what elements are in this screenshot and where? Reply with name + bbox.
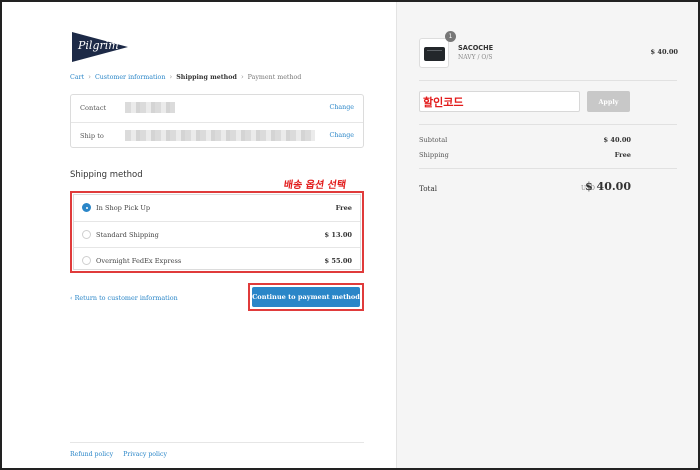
review-box: Contact Change Ship to Change <box>70 94 364 148</box>
product-variant: NAVY / O/S <box>458 54 493 61</box>
shipping-value: Free <box>614 151 631 159</box>
subtotal-label: Subtotal <box>419 136 448 144</box>
shipping-option-price: Free <box>335 204 352 212</box>
ship-to-row: Ship to Change <box>71 122 363 149</box>
product-name: SACOCHE <box>458 44 494 52</box>
footer-divider <box>70 442 364 443</box>
logo-text: Pilgrim <box>78 39 119 52</box>
breadcrumb-shipping-method: Shipping method <box>176 73 237 81</box>
checkout-main: Pilgrim Cart › Customer information › Sh… <box>2 2 396 468</box>
quantity-badge: 1 <box>445 31 456 42</box>
breadcrumb-payment-method: Payment method <box>247 73 302 81</box>
radio-selected-icon[interactable] <box>82 203 91 212</box>
radio-icon[interactable] <box>82 256 91 265</box>
discount-annotation: 할인코드 <box>423 96 464 109</box>
shipping-options-highlight: In Shop Pick Up Free Standard Shipping $… <box>70 191 364 273</box>
change-contact-link[interactable]: Change <box>330 104 354 111</box>
contact-redacted <box>125 102 175 113</box>
total-label: Total <box>419 184 438 193</box>
change-ship-to-link[interactable]: Change <box>330 132 354 139</box>
apply-discount-button[interactable]: Apply <box>587 91 630 112</box>
continue-highlight: Continue to payment method <box>248 283 364 311</box>
chevron-right-icon: › <box>240 73 244 81</box>
shipping-row: Shipping Free <box>419 151 631 159</box>
shipping-option-price: $ 55.00 <box>324 257 352 265</box>
shipping-annotation: 배송 옵션 선택 <box>282 180 347 191</box>
shipping-option-pickup[interactable]: In Shop Pick Up Free <box>74 195 360 221</box>
breadcrumb: Cart › Customer information › Shipping m… <box>70 73 301 81</box>
shipping-options-list: In Shop Pick Up Free Standard Shipping $… <box>73 194 361 270</box>
subtotal-value: $ 40.00 <box>603 136 631 144</box>
order-summary: 1 SACOCHE NAVY / O/S $ 40.00 할인코드 Apply … <box>396 2 698 468</box>
subtotal-row: Subtotal $ 40.00 <box>419 136 631 144</box>
chevron-right-icon: › <box>169 73 173 81</box>
breadcrumb-cart[interactable]: Cart <box>70 74 84 81</box>
product-thumbnail <box>419 38 449 68</box>
radio-icon[interactable] <box>82 230 91 239</box>
total-value: $ 40.00 <box>585 180 631 193</box>
product-price: $ 40.00 <box>650 48 678 56</box>
return-to-customer-info-link[interactable]: ‹ Return to customer information <box>70 294 178 302</box>
shipping-option-fedex[interactable]: Overnight FedEx Express $ 55.00 <box>74 247 360 273</box>
shipping-option-label: In Shop Pick Up <box>96 204 151 212</box>
divider <box>419 80 677 81</box>
refund-policy-link[interactable]: Refund policy <box>70 451 113 458</box>
shipping-option-label: Standard Shipping <box>96 231 159 239</box>
shipping-option-label: Overnight FedEx Express <box>96 257 182 265</box>
return-link-label: Return to customer information <box>74 294 178 302</box>
divider <box>419 124 677 125</box>
chevron-right-icon: › <box>88 73 91 81</box>
breadcrumb-customer-information[interactable]: Customer information <box>95 74 165 81</box>
footer-links: Refund policy Privacy policy <box>70 451 167 458</box>
shipping-option-price: $ 13.00 <box>324 231 352 239</box>
continue-to-payment-button[interactable]: Continue to payment method <box>252 287 360 307</box>
shipping-method-title: Shipping method <box>70 170 143 180</box>
address-redacted <box>125 130 315 141</box>
privacy-policy-link[interactable]: Privacy policy <box>123 451 167 458</box>
shipping-option-standard[interactable]: Standard Shipping $ 13.00 <box>74 221 360 247</box>
ship-to-label: Ship to <box>80 132 104 140</box>
contact-label: Contact <box>80 104 107 112</box>
bag-image <box>424 47 445 61</box>
divider <box>419 168 677 169</box>
contact-row: Contact Change <box>71 95 363 122</box>
shipping-label: Shipping <box>419 151 449 159</box>
